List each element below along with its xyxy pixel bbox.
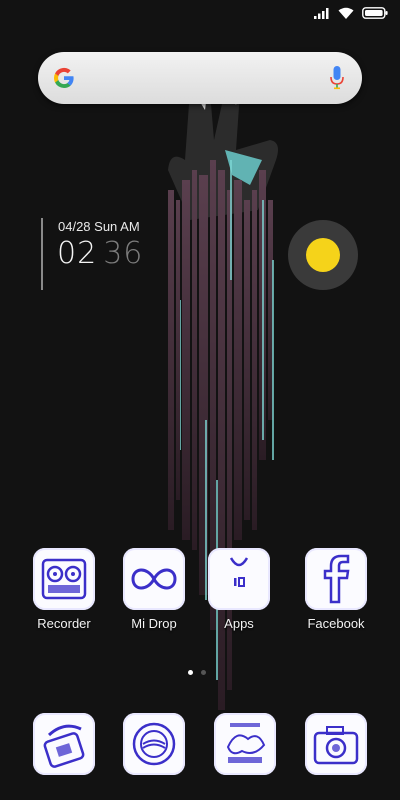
camera-icon <box>305 713 367 775</box>
app-recorder[interactable]: Recorder <box>19 548 109 631</box>
clock-divider <box>41 218 43 290</box>
google-logo-icon <box>53 67 74 89</box>
clock-time: 02 36 <box>57 236 143 271</box>
clock-date: 04/28 Sun AM <box>58 219 140 234</box>
app-facebook[interactable]: Facebook <box>291 548 381 631</box>
dock-app-messaging[interactable] <box>109 713 199 775</box>
apps-store-icon <box>208 548 270 610</box>
app-label: Recorder <box>37 616 91 631</box>
mi-drop-icon <box>123 548 185 610</box>
app-label: Apps <box>224 616 254 631</box>
clock-hour: 02 <box>57 236 98 271</box>
page-dot <box>201 670 206 675</box>
page-indicator <box>188 670 218 678</box>
page-dot-active <box>188 670 193 675</box>
dock-app-camera[interactable] <box>291 713 381 775</box>
clock-minute: 36 <box>103 236 144 271</box>
app-mi-drop[interactable]: Mi Drop <box>109 548 199 631</box>
app-apps[interactable]: Apps <box>194 548 284 631</box>
themed-app-icon <box>214 713 276 775</box>
dock-app-phone[interactable] <box>19 713 109 775</box>
messaging-icon <box>123 713 185 775</box>
app-label: Facebook <box>307 616 365 631</box>
battery-icon <box>362 7 388 19</box>
dock-app-themed[interactable] <box>200 713 290 775</box>
phone-icon <box>33 713 95 775</box>
app-label: Mi Drop <box>131 616 177 631</box>
recorder-icon <box>33 548 95 610</box>
status-icons <box>314 7 388 19</box>
assistant-ball-button[interactable] <box>288 220 358 290</box>
assistant-dot-icon <box>306 238 340 272</box>
wifi-icon <box>338 7 354 19</box>
signal-icon <box>314 8 329 19</box>
mic-icon[interactable] <box>330 65 344 91</box>
facebook-icon <box>305 548 367 610</box>
status-bar <box>0 0 400 30</box>
wallpaper <box>168 83 278 710</box>
google-search-bar[interactable] <box>38 52 362 104</box>
clock-widget[interactable]: 04/28 Sun AM 02 36 <box>40 218 160 290</box>
